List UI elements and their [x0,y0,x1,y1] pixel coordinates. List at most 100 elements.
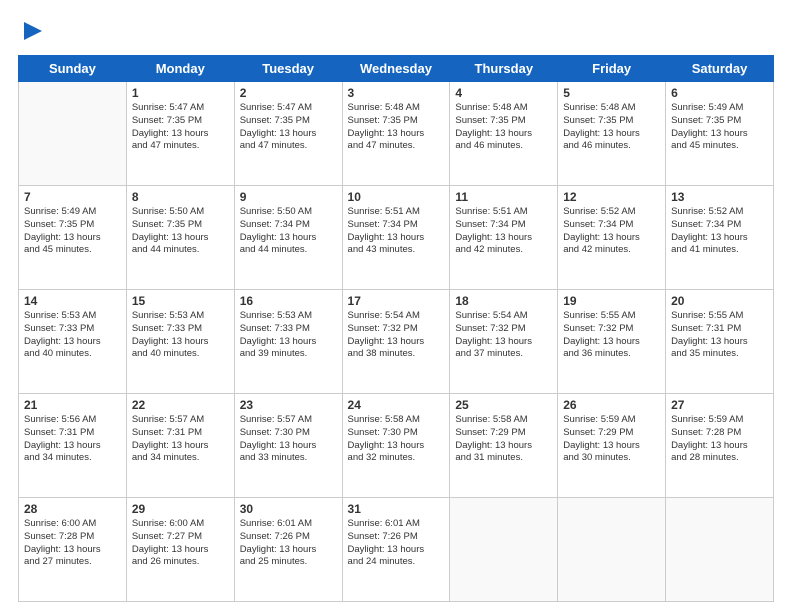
day-number: 6 [671,86,768,100]
day-info: Sunrise: 5:52 AM Sunset: 7:34 PM Dayligh… [563,206,660,257]
page: SundayMondayTuesdayWednesdayThursdayFrid… [0,0,792,612]
calendar-table: SundayMondayTuesdayWednesdayThursdayFrid… [18,55,774,602]
day-number: 17 [348,294,445,308]
day-of-week-header: Wednesday [342,56,450,82]
day-number: 21 [24,398,121,412]
calendar-day-cell: 4Sunrise: 5:48 AM Sunset: 7:35 PM Daylig… [450,82,558,186]
day-number: 30 [240,502,337,516]
calendar-day-cell [666,498,774,602]
day-number: 20 [671,294,768,308]
calendar-day-cell: 21Sunrise: 5:56 AM Sunset: 7:31 PM Dayli… [19,394,127,498]
calendar-day-cell: 10 Sunrise: 5:51 AM Sunset: 7:34 PM Dayli… [342,186,450,290]
day-number: 18 [455,294,552,308]
calendar-day-cell: 6 Sunrise: 5:49 AM Sunset: 7:35 PM Daylig… [666,82,774,186]
day-of-week-header: Tuesday [234,56,342,82]
calendar-day-cell [19,82,127,186]
calendar-day-cell: 24 Sunrise: 5:58 AM Sunset: 7:30 PM Dayli… [342,394,450,498]
calendar-day-cell [450,498,558,602]
day-number: 23 [240,398,337,412]
day-number: 29 [132,502,229,516]
day-number: 26 [563,398,660,412]
day-info: Sunrise: 5:58 AM Sunset: 7:30 PM Dayligh… [348,414,445,465]
day-info: Sunrise: 5:51 AM Sunset: 7:34 PM Dayligh… [348,206,445,257]
day-info: Sunrise: 5:55 AM Sunset: 7:31 PM Dayligh… [671,310,768,361]
calendar-day-cell: 12 Sunrise: 5:52 AM Sunset: 7:34 PM Dayli… [558,186,666,290]
day-info: Sunrise: 5:50 AM Sunset: 7:34 PM Dayligh… [240,206,337,257]
calendar-day-cell: 9Sunrise: 5:50 AM Sunset: 7:34 PM Daylig… [234,186,342,290]
day-info: Sunrise: 6:01 AM Sunset: 7:26 PM Dayligh… [348,518,445,569]
calendar-day-cell: 2 Sunrise: 5:47 AM Sunset: 7:35 PM Daylig… [234,82,342,186]
day-of-week-header: Friday [558,56,666,82]
calendar-day-cell: 29 Sunrise: 6:00 AM Sunset: 7:27 PM Dayli… [126,498,234,602]
calendar-header-row: SundayMondayTuesdayWednesdayThursdayFrid… [19,56,774,82]
day-info: Sunrise: 5:53 AM Sunset: 7:33 PM Dayligh… [240,310,337,361]
day-info: Sunrise: 5:54 AM Sunset: 7:32 PM Dayligh… [348,310,445,361]
calendar-day-cell: 1 Sunrise: 5:47 AM Sunset: 7:35 PM Daylig… [126,82,234,186]
calendar-week-row: 21Sunrise: 5:56 AM Sunset: 7:31 PM Dayli… [19,394,774,498]
day-of-week-header: Thursday [450,56,558,82]
day-info: Sunrise: 5:53 AM Sunset: 7:33 PM Dayligh… [132,310,229,361]
day-of-week-header: Monday [126,56,234,82]
day-info: Sunrise: 5:58 AM Sunset: 7:29 PM Dayligh… [455,414,552,465]
logo [18,18,44,47]
calendar-day-cell: 3 Sunrise: 5:48 AM Sunset: 7:35 PM Daylig… [342,82,450,186]
day-info: Sunrise: 5:59 AM Sunset: 7:28 PM Dayligh… [671,414,768,465]
calendar-day-cell: 5 Sunrise: 5:48 AM Sunset: 7:35 PM Daylig… [558,82,666,186]
calendar-day-cell: 17 Sunrise: 5:54 AM Sunset: 7:32 PM Dayli… [342,290,450,394]
day-info: Sunrise: 5:48 AM Sunset: 7:35 PM Dayligh… [348,102,445,153]
day-info: Sunrise: 5:57 AM Sunset: 7:30 PM Dayligh… [240,414,337,465]
day-info: Sunrise: 5:50 AM Sunset: 7:35 PM Dayligh… [132,206,229,257]
calendar-day-cell: 7Sunrise: 5:49 AM Sunset: 7:35 PM Daylig… [19,186,127,290]
calendar-day-cell: 8 Sunrise: 5:50 AM Sunset: 7:35 PM Daylig… [126,186,234,290]
day-number: 13 [671,190,768,204]
calendar-day-cell: 16 Sunrise: 5:53 AM Sunset: 7:33 PM Dayli… [234,290,342,394]
day-info: Sunrise: 5:47 AM Sunset: 7:35 PM Dayligh… [240,102,337,153]
day-number: 16 [240,294,337,308]
calendar-day-cell: 31 Sunrise: 6:01 AM Sunset: 7:26 PM Dayli… [342,498,450,602]
day-number: 12 [563,190,660,204]
calendar-day-cell: 23 Sunrise: 5:57 AM Sunset: 7:30 PM Dayli… [234,394,342,498]
day-number: 4 [455,86,552,100]
calendar-week-row: 14Sunrise: 5:53 AM Sunset: 7:33 PM Dayli… [19,290,774,394]
day-number: 19 [563,294,660,308]
day-number: 11 [455,190,552,204]
day-number: 1 [132,86,229,100]
calendar-day-cell: 14Sunrise: 5:53 AM Sunset: 7:33 PM Dayli… [19,290,127,394]
day-info: Sunrise: 6:00 AM Sunset: 7:27 PM Dayligh… [132,518,229,569]
calendar-week-row: 28 Sunrise: 6:00 AM Sunset: 7:28 PM Dayli… [19,498,774,602]
calendar-day-cell: 19Sunrise: 5:55 AM Sunset: 7:32 PM Dayli… [558,290,666,394]
day-number: 2 [240,86,337,100]
day-number: 8 [132,190,229,204]
day-number: 3 [348,86,445,100]
day-number: 28 [24,502,121,516]
calendar-day-cell: 20 Sunrise: 5:55 AM Sunset: 7:31 PM Dayli… [666,290,774,394]
day-number: 10 [348,190,445,204]
calendar-day-cell: 22 Sunrise: 5:57 AM Sunset: 7:31 PM Dayli… [126,394,234,498]
calendar-week-row: 1 Sunrise: 5:47 AM Sunset: 7:35 PM Daylig… [19,82,774,186]
day-number: 27 [671,398,768,412]
day-number: 24 [348,398,445,412]
day-info: Sunrise: 5:57 AM Sunset: 7:31 PM Dayligh… [132,414,229,465]
day-info: Sunrise: 5:53 AM Sunset: 7:33 PM Dayligh… [24,310,121,361]
day-info: Sunrise: 5:48 AM Sunset: 7:35 PM Dayligh… [563,102,660,153]
calendar-day-cell [558,498,666,602]
day-info: Sunrise: 6:00 AM Sunset: 7:28 PM Dayligh… [24,518,121,569]
day-info: Sunrise: 5:49 AM Sunset: 7:35 PM Dayligh… [671,102,768,153]
day-info: Sunrise: 5:59 AM Sunset: 7:29 PM Dayligh… [563,414,660,465]
calendar-day-cell: 30 Sunrise: 6:01 AM Sunset: 7:26 PM Dayli… [234,498,342,602]
day-number: 31 [348,502,445,516]
calendar-week-row: 7Sunrise: 5:49 AM Sunset: 7:35 PM Daylig… [19,186,774,290]
header [18,18,774,47]
day-number: 5 [563,86,660,100]
day-info: Sunrise: 5:51 AM Sunset: 7:34 PM Dayligh… [455,206,552,257]
calendar-day-cell: 27 Sunrise: 5:59 AM Sunset: 7:28 PM Dayli… [666,394,774,498]
day-info: Sunrise: 5:54 AM Sunset: 7:32 PM Dayligh… [455,310,552,361]
day-info: Sunrise: 5:47 AM Sunset: 7:35 PM Dayligh… [132,102,229,153]
day-of-week-header: Saturday [666,56,774,82]
day-number: 15 [132,294,229,308]
day-of-week-header: Sunday [19,56,127,82]
day-info: Sunrise: 5:52 AM Sunset: 7:34 PM Dayligh… [671,206,768,257]
day-info: Sunrise: 6:01 AM Sunset: 7:26 PM Dayligh… [240,518,337,569]
day-number: 22 [132,398,229,412]
day-number: 25 [455,398,552,412]
